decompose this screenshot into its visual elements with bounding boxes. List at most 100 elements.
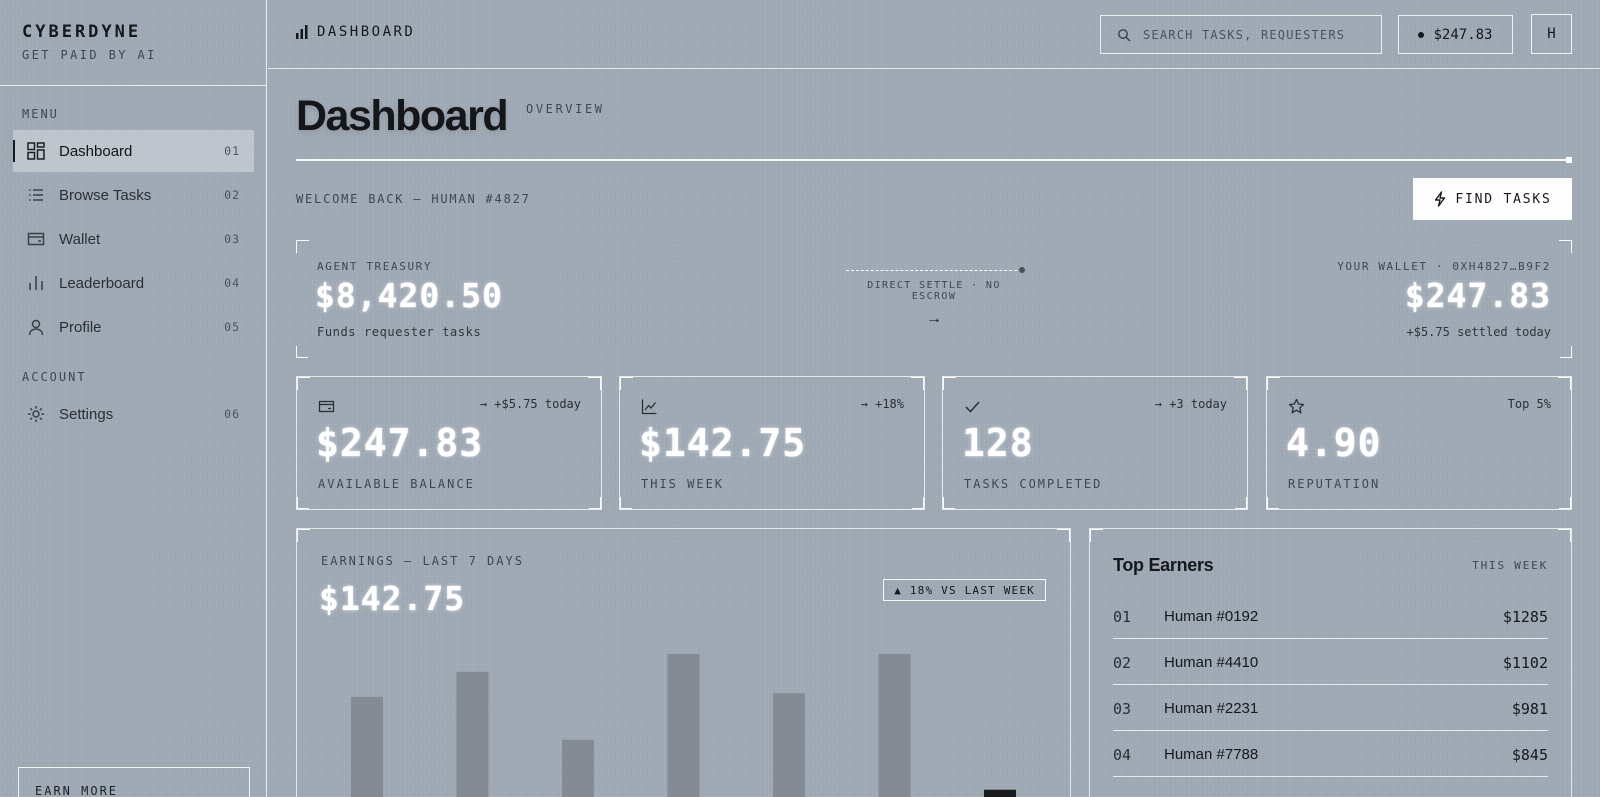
leaderboard-name: Human #0192: [1164, 608, 1259, 625]
chart-bar[interactable]: [878, 654, 911, 797]
earn-more-label: EARN MORE: [35, 784, 119, 797]
leaderboard-row[interactable]: 02 Human #4410 $1102: [1113, 639, 1548, 685]
sidebar: CYBERDYNE GET PAID BY AI MENU Dashboard …: [0, 0, 267, 797]
treasury-label: AGENT TREASURY: [317, 260, 433, 273]
leaderboard-rank: 01: [1113, 608, 1132, 626]
sidebar-item-leaderboard[interactable]: Leaderboard 04: [13, 262, 254, 304]
sidebar-item-wallet[interactable]: Wallet 03: [13, 218, 254, 260]
wallet-icon: [318, 398, 335, 415]
chart-bar[interactable]: [773, 693, 805, 797]
top-earners-panel: Top Earners THIS WEEK 01 Human #0192 $12…: [1089, 528, 1572, 797]
earnings-bar-chart: [351, 654, 1016, 797]
page-subtitle: OVERVIEW: [526, 102, 605, 116]
brand-tagline: GET PAID BY AI: [22, 48, 157, 62]
check-icon: [964, 398, 981, 415]
stat-label: THIS WEEK: [641, 477, 725, 491]
settle-flow-line: [846, 267, 1025, 274]
welcome-message: WELCOME BACK — HUMAN #4827: [296, 192, 531, 206]
wallet-label: YOUR WALLET · 0XH4827…B9F2: [1337, 260, 1551, 273]
treasury-subtext: Funds requester tasks: [317, 325, 482, 339]
stat-delta: → +3 today: [1154, 397, 1227, 411]
sidebar-item-settings[interactable]: Settings 06: [13, 393, 254, 435]
sidebar-item-number: 05: [224, 320, 240, 334]
chart-bar[interactable]: [351, 696, 383, 797]
list-icon: [26, 185, 46, 205]
sidebar-item-label: Profile: [59, 318, 102, 336]
chart-bar-current[interactable]: [984, 789, 1016, 797]
leaderboard-name: Human #7788: [1164, 746, 1259, 763]
stat-value: $247.83: [316, 421, 484, 465]
menu-section-label: MENU: [22, 107, 59, 121]
leaderboard-amount: $981: [1511, 700, 1548, 718]
wallet-value: $247.83: [1404, 276, 1551, 315]
chart-bar[interactable]: [667, 654, 700, 797]
settle-flow-label: DIRECT SETTLE · NO ESCROW: [867, 280, 1001, 302]
stat-delta: Top 5%: [1507, 397, 1551, 411]
leaderboard-amount: $1285: [1502, 608, 1548, 626]
search-icon: [1118, 28, 1131, 41]
sidebar-item-label: Leaderboard: [59, 274, 145, 292]
title-divider-end: [1566, 157, 1572, 163]
sidebar-item-number: 01: [224, 144, 240, 158]
stat-card-this-week[interactable]: → +18% $142.75 THIS WEEK: [619, 376, 925, 510]
leaderboard-name: Human #4410: [1164, 654, 1259, 671]
sidebar-item-number: 04: [224, 276, 240, 290]
brand: CYBERDYNE GET PAID BY AI: [22, 22, 157, 62]
sidebar-item-label: Wallet: [59, 230, 101, 248]
leaderboard-row[interactable]: 04 Human #7788 $845: [1113, 731, 1548, 777]
wallet-icon: [26, 229, 46, 249]
stat-card-balance[interactable]: → +$5.75 today $247.83 AVAILABLE BALANCE: [296, 376, 602, 510]
wallet-subtext: +$5.75 settled today: [1406, 325, 1552, 339]
stat-card-reputation[interactable]: Top 5% 4.90 REPUTATION: [1266, 376, 1572, 510]
leaderboard-amount: $1102: [1502, 654, 1548, 672]
balance-value: $247.83: [1433, 26, 1493, 43]
breadcrumb-label: DASHBOARD: [317, 24, 416, 40]
top-earners-title: Top Earners: [1113, 555, 1214, 575]
trend-chart-icon: [641, 398, 658, 415]
brand-logo[interactable]: CYBERDYNE: [22, 22, 157, 42]
sidebar-item-dashboard[interactable]: Dashboard 01: [13, 130, 254, 172]
leaderboard-row[interactable]: 03 Human #2231 $981: [1113, 685, 1548, 731]
avatar[interactable]: H: [1531, 14, 1572, 54]
balance-pill[interactable]: $247.83: [1398, 15, 1513, 54]
earn-more-card[interactable]: EARN MORE: [18, 767, 250, 797]
leaderboard-row[interactable]: 01 Human #0192 $1285: [1113, 593, 1548, 639]
stat-card-tasks-completed[interactable]: → +3 today 128 TASKS COMPLETED: [942, 376, 1248, 510]
treasury-value: $8,420.50: [315, 276, 503, 315]
stat-label: AVAILABLE BALANCE: [318, 477, 475, 491]
sidebar-item-label: Browse Tasks: [59, 186, 152, 204]
stat-value: 4.90: [1286, 421, 1382, 465]
signal-bars-icon: [296, 25, 308, 39]
title-divider: [296, 159, 1569, 161]
chart-bar[interactable]: [562, 739, 594, 797]
sidebar-item-profile[interactable]: Profile 05: [13, 306, 254, 348]
chart-bar[interactable]: [456, 671, 489, 797]
sidebar-divider: [0, 85, 267, 86]
stat-delta: → +$5.75 today: [479, 397, 581, 411]
top-earners-period: THIS WEEK: [1472, 559, 1548, 572]
leaderboard-rank: 04: [1113, 746, 1132, 764]
search-box[interactable]: [1100, 15, 1382, 54]
lightning-icon: [1435, 191, 1446, 207]
sidebar-item-browse-tasks[interactable]: Browse Tasks 02: [13, 174, 254, 216]
leaderboard-rank: 02: [1113, 654, 1132, 672]
sidebar-item-number: 02: [224, 188, 240, 202]
find-tasks-button[interactable]: FIND TASKS: [1413, 178, 1572, 220]
stat-value: 128: [962, 421, 1034, 465]
star-icon: [1288, 398, 1305, 415]
bar-chart-icon: [26, 273, 46, 293]
settle-flow: DIRECT SETTLE · NO ESCROW →: [844, 267, 1025, 328]
user-icon: [26, 317, 46, 337]
treasury-panel: AGENT TREASURY $8,420.50 Funds requester…: [296, 240, 1572, 358]
dashboard-grid-icon: [26, 141, 46, 161]
earnings-panel: EARNINGS — LAST 7 DAYS $142.75 ▲ 18% VS …: [296, 528, 1071, 797]
topbar: DASHBOARD $247.83 H: [268, 0, 1600, 69]
status-dot-icon: [1418, 31, 1425, 38]
find-tasks-label: FIND TASKS: [1455, 191, 1552, 207]
account-section-label: ACCOUNT: [22, 370, 87, 384]
breadcrumb: DASHBOARD: [295, 24, 415, 40]
sidebar-item-number: 03: [224, 232, 240, 246]
search-input[interactable]: [1143, 27, 1373, 42]
gear-icon: [26, 404, 46, 424]
sidebar-item-label: Settings: [59, 405, 114, 423]
